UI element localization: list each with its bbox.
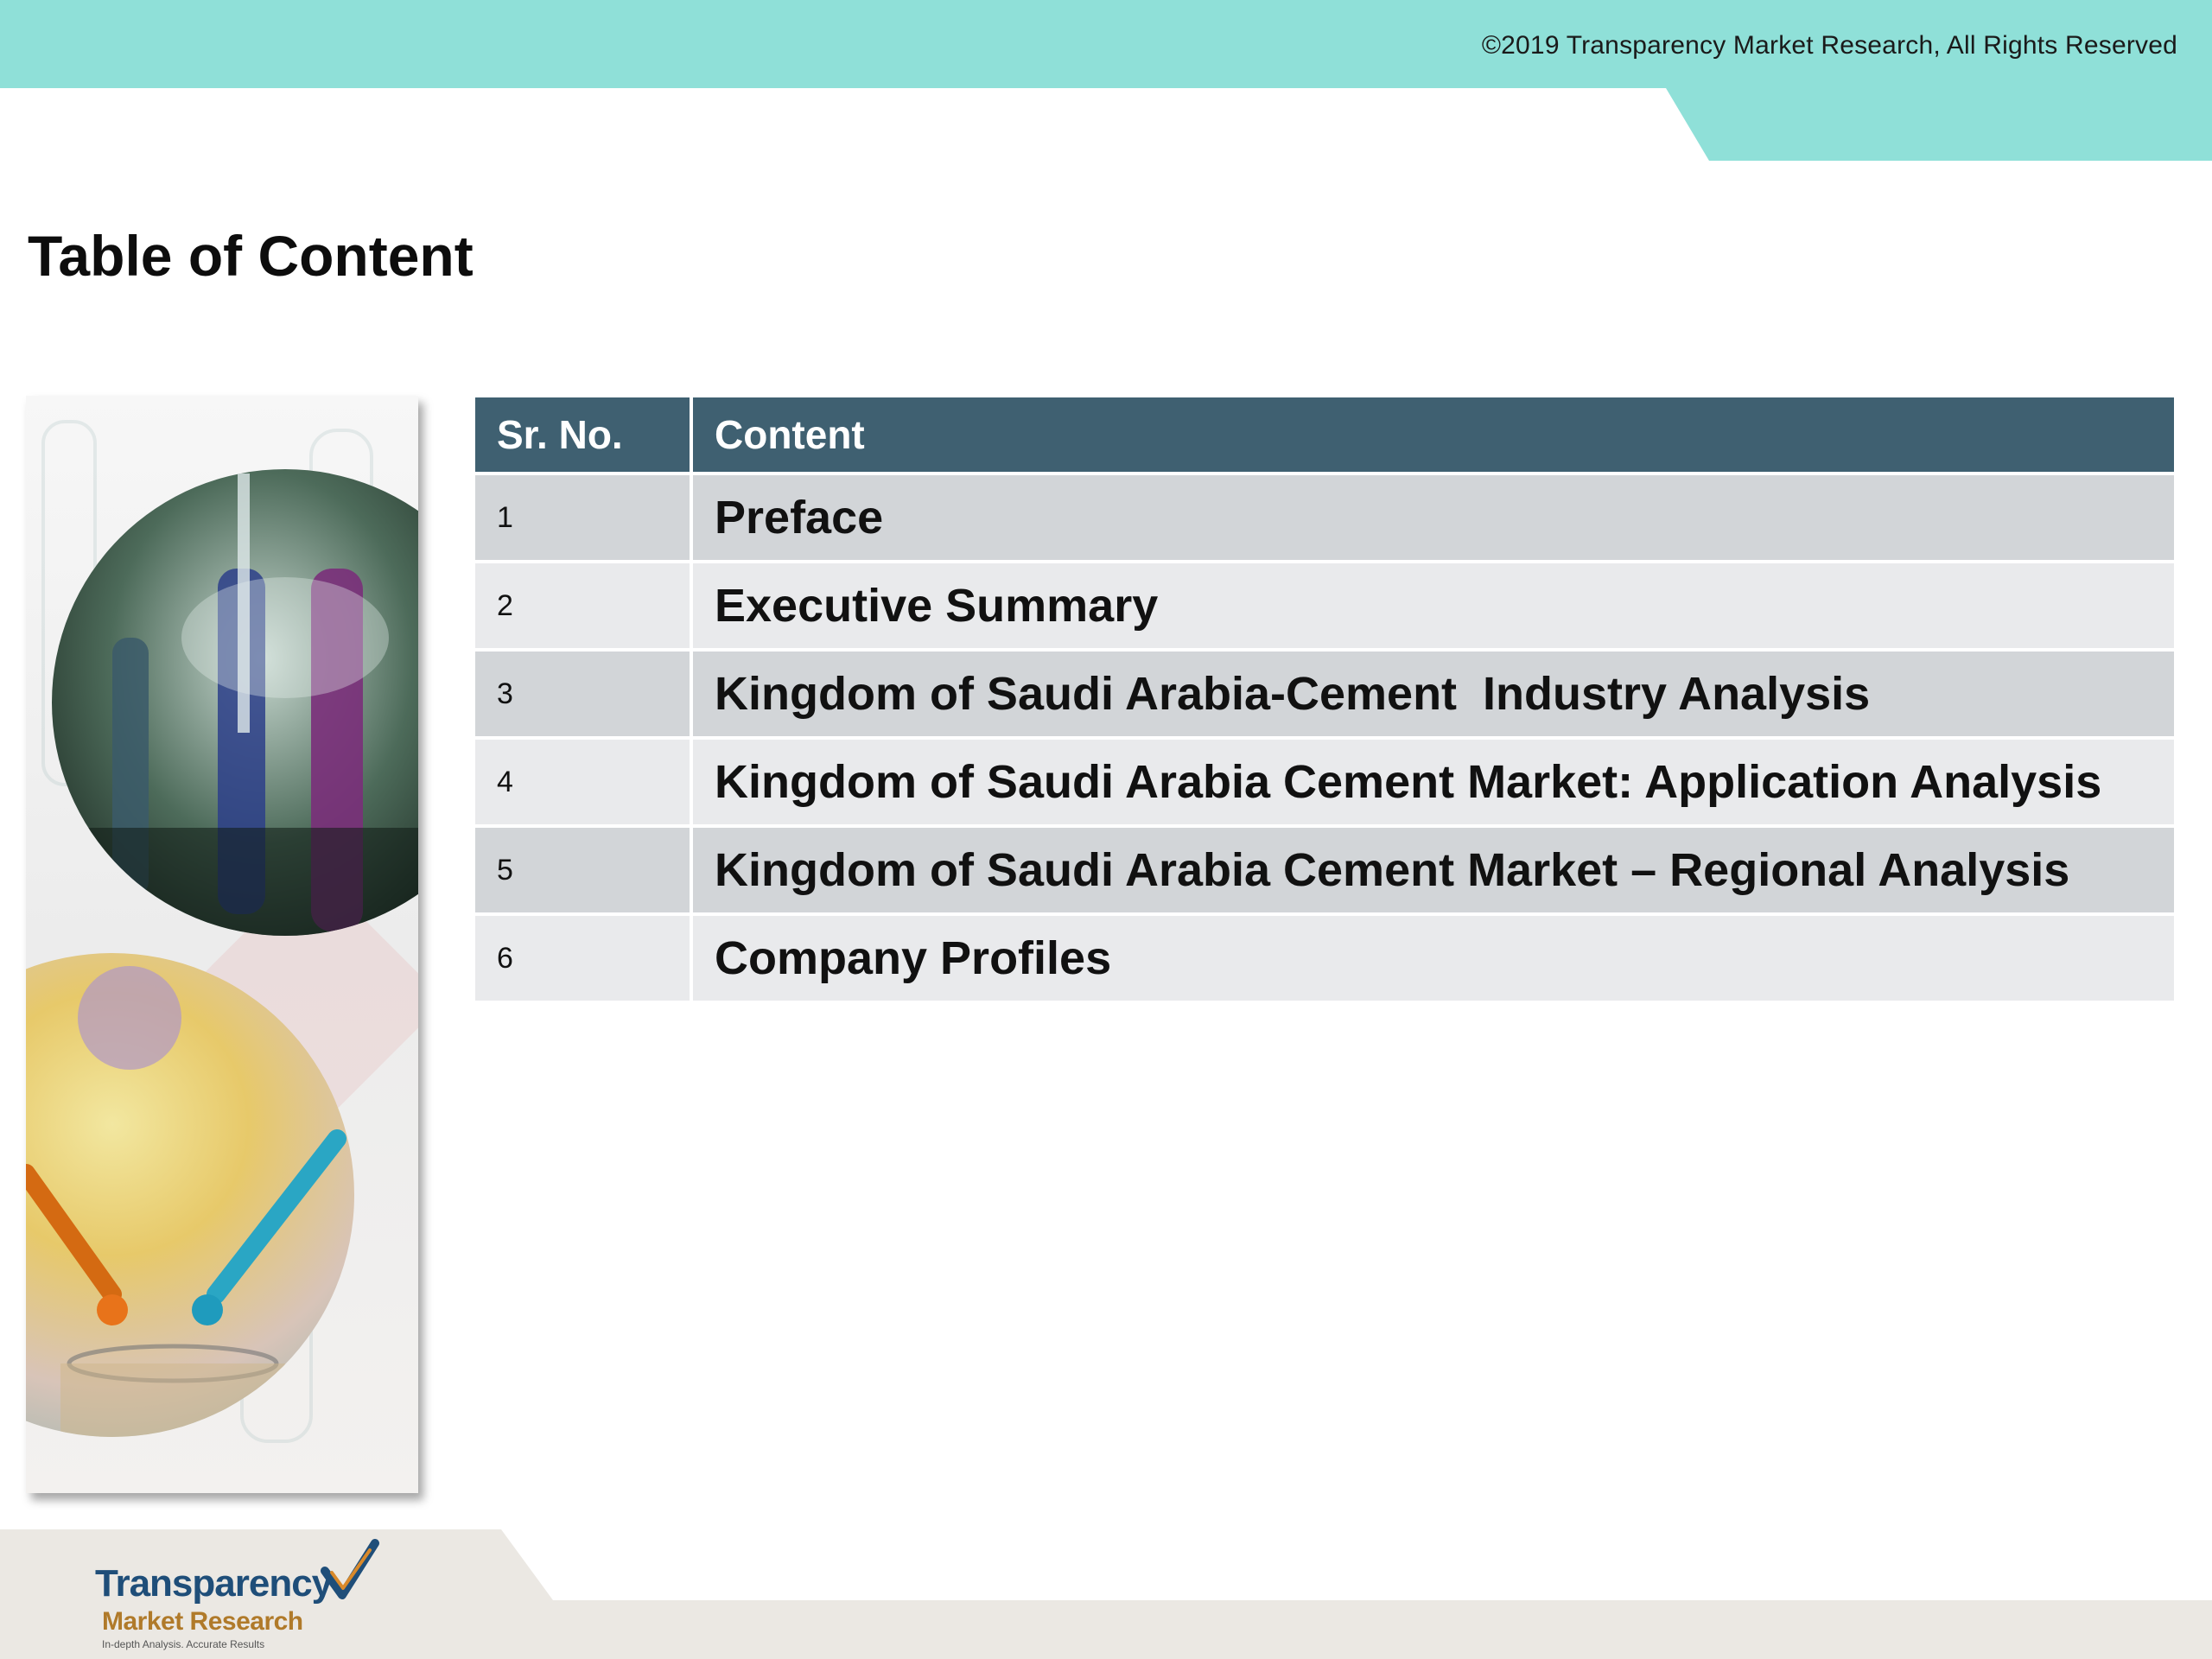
row-content: Kingdom of Saudi Arabia Cement Market – …	[690, 824, 2174, 914]
row-content: Preface	[690, 472, 2174, 562]
toc-table: Sr. No. Content 1 Preface 2 Executive Su…	[475, 397, 2174, 1001]
table-row: 6 Company Profiles	[475, 912, 2174, 1001]
row-content: Kingdom of Saudi Arabia-Cement Industry …	[690, 648, 2174, 738]
table-row: 4 Kingdom of Saudi Arabia Cement Market:…	[475, 736, 2174, 826]
row-number: 2	[475, 560, 691, 650]
company-logo: Transparency Market Research In-depth An…	[95, 1538, 389, 1650]
row-content: Kingdom of Saudi Arabia Cement Market: A…	[690, 736, 2174, 826]
toc-header-row: Sr. No. Content	[475, 397, 2174, 474]
copyright-text: ©2019 Transparency Market Research, All …	[1481, 31, 2177, 60]
row-content: Executive Summary	[690, 560, 2174, 650]
table-row: 1 Preface	[475, 472, 2174, 562]
logo-text-primary: Transparency	[95, 1562, 333, 1605]
page-title: Table of Content	[28, 224, 474, 288]
row-number: 4	[475, 736, 691, 826]
col-header-sr-no: Sr. No.	[475, 397, 691, 474]
row-content: Company Profiles	[690, 912, 2174, 1001]
col-header-content: Content	[690, 397, 2174, 474]
table-row: 5 Kingdom of Saudi Arabia Cement Market …	[475, 824, 2174, 914]
row-number: 5	[475, 824, 691, 914]
row-number: 1	[475, 472, 691, 562]
table-row: 3 Kingdom of Saudi Arabia-Cement Industr…	[475, 648, 2174, 738]
row-number: 6	[475, 912, 691, 1001]
checkmark-icon	[321, 1539, 379, 1599]
logo-tagline: In-depth Analysis. Accurate Results	[102, 1638, 265, 1650]
logo-text-secondary: Market Research	[102, 1607, 303, 1636]
header-band	[0, 0, 2212, 161]
row-number: 3	[475, 648, 691, 738]
table-row: 2 Executive Summary	[475, 560, 2174, 650]
lab-glassware-image	[26, 396, 418, 1493]
